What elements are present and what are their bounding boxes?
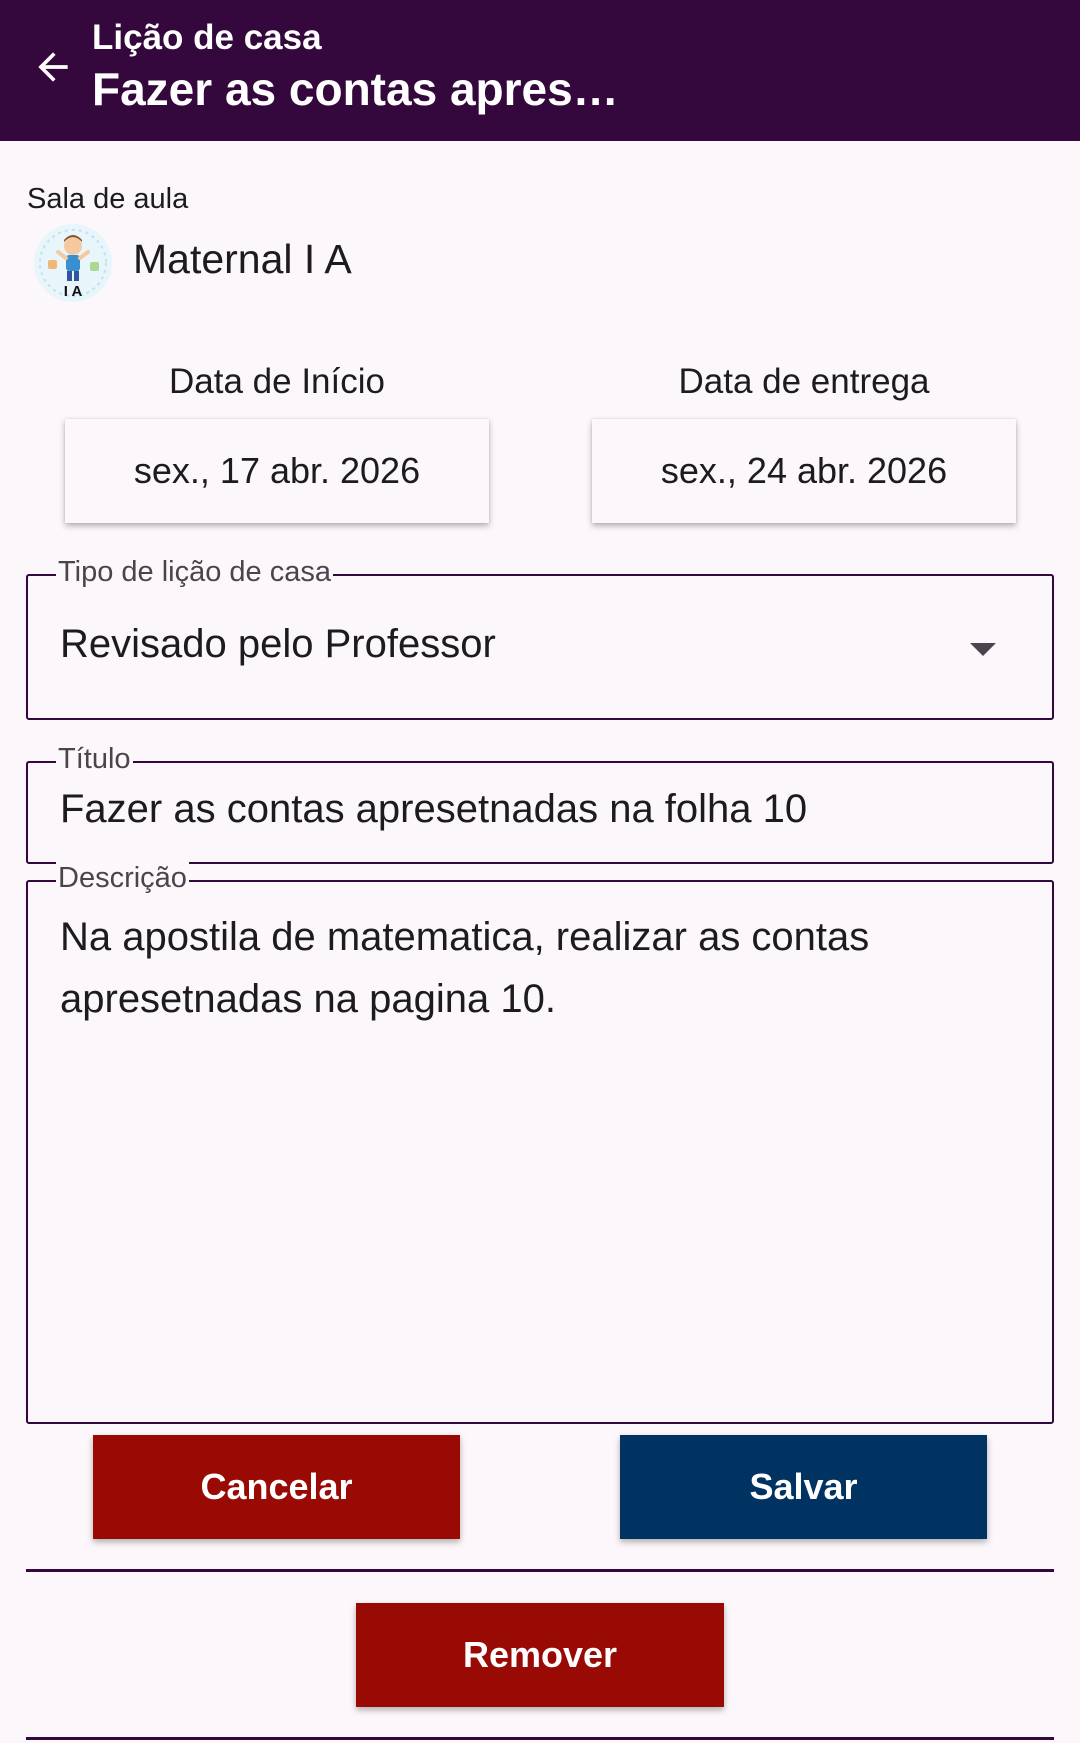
cancel-button[interactable]: Cancelar (93, 1435, 460, 1539)
arrow-back-icon (38, 52, 68, 82)
due-date-button[interactable]: sex., 24 abr. 2026 (592, 419, 1016, 523)
homework-type-dropdown[interactable]: Tipo de lição de casa Revisado pelo Prof… (26, 556, 1054, 720)
app-bar-title: Fazer as contas apres… (92, 63, 619, 115)
description-value: Na apostila de matematica, realizar as c… (60, 915, 870, 1021)
title-field[interactable]: Título Fazer as contas apresetnadas na f… (26, 743, 1054, 864)
start-date-label: Data de Início (169, 362, 385, 401)
divider-top (26, 1569, 1054, 1572)
remove-button[interactable]: Remover (356, 1603, 724, 1707)
app-bar-subtitle: Lição de casa (92, 18, 322, 57)
due-date-label: Data de entrega (678, 362, 930, 401)
start-date-button[interactable]: sex., 17 abr. 2026 (65, 419, 489, 523)
divider-bottom (26, 1737, 1054, 1740)
title-value: Fazer as contas apresetnadas na folha 10 (60, 787, 808, 831)
classroom-name: Maternal I A (133, 236, 352, 282)
description-label: Descrição (56, 862, 189, 895)
homework-type-label: Tipo de lição de casa (56, 556, 333, 589)
homework-type-value: Revisado pelo Professor (60, 622, 496, 666)
app-bar: Lição de casa Fazer as contas apres… (0, 0, 1080, 141)
back-button[interactable] (22, 36, 84, 98)
description-field[interactable]: Descrição Na apostila de matematica, rea… (26, 862, 1054, 1424)
avatar-caption: I A (63, 283, 83, 300)
classroom-label: Sala de aula (27, 183, 189, 215)
title-label: Título (56, 743, 133, 776)
save-button[interactable]: Salvar (620, 1435, 987, 1539)
dropdown-arrow-icon (970, 643, 996, 656)
classroom-avatar: I A (34, 224, 112, 302)
